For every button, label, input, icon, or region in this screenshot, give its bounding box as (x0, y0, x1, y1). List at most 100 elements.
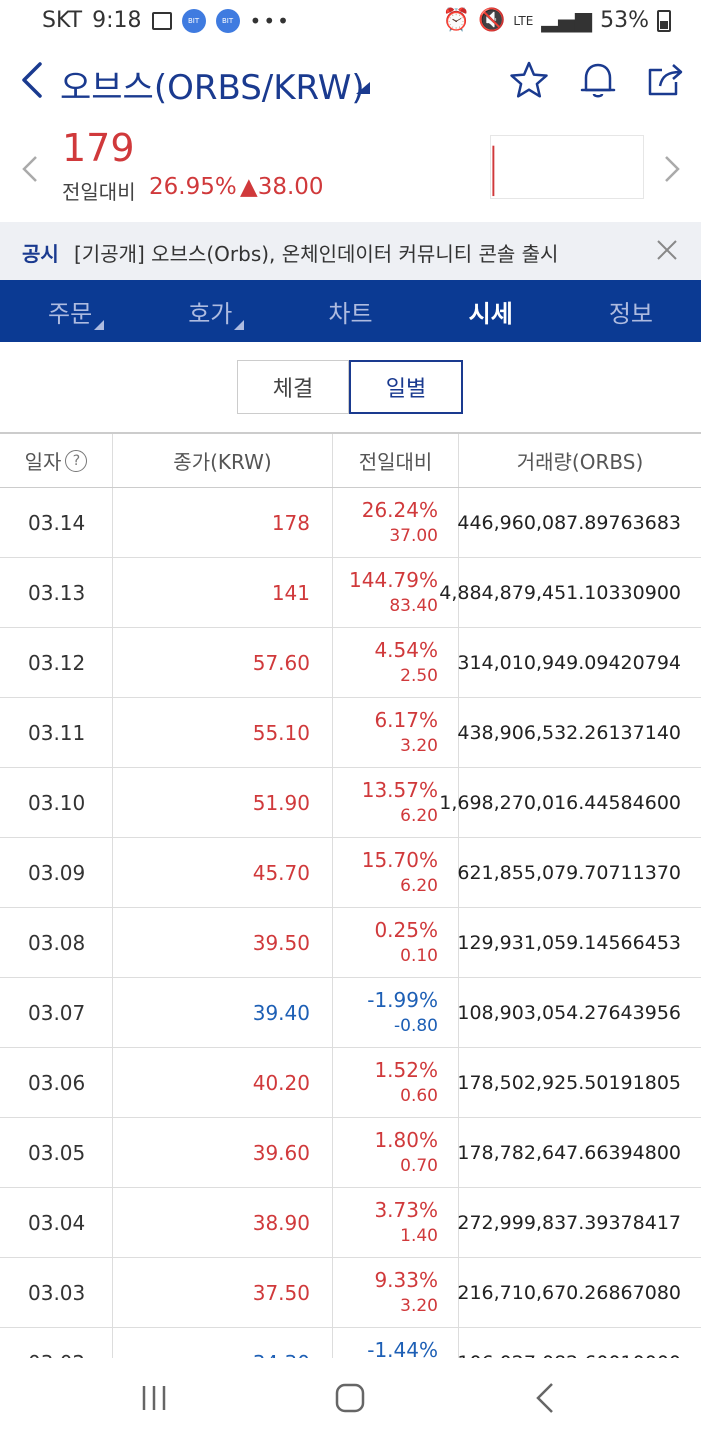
row-change: 15.70% 6.20 (333, 838, 459, 907)
mute-icon: 🔇 (477, 8, 506, 33)
tab-info[interactable]: 정보 (561, 280, 701, 342)
row-close-price: 39.40 (113, 978, 333, 1047)
table-row[interactable]: 03.05 39.60 1.80% 0.70 178,782,647.66394800 (0, 1118, 701, 1188)
star-icon[interactable] (509, 60, 549, 100)
tab-orderbook[interactable]: 호가 (140, 280, 280, 342)
bithumb-notification-icon: BIT (181, 8, 206, 33)
row-change-rate: 144.79% (349, 567, 438, 592)
dropdown-corner-icon (234, 320, 245, 330)
row-volume: 446,960,087.89763683 (457, 511, 681, 534)
back-arrow-icon[interactable] (18, 60, 48, 100)
title-dropdown-icon[interactable] (356, 82, 370, 94)
row-change: 9.33% 3.20 (333, 1258, 459, 1327)
daily-button[interactable]: 일별 (349, 360, 463, 414)
row-change-rate: 3.73% (374, 1197, 438, 1222)
table-row[interactable]: 03.08 39.50 0.25% 0.10 129,931,059.14566453 (0, 908, 701, 978)
row-close-price: 141 (113, 558, 333, 627)
page-title[interactable]: 오브스(ORBS/KRW) (60, 60, 365, 109)
app-header: 오브스(ORBS/KRW) (0, 50, 701, 120)
row-change-amount: 2.50 (400, 665, 438, 686)
share-icon[interactable] (646, 60, 686, 100)
view-toggle: 체결 일별 (237, 360, 463, 414)
row-change-rate: 4.54% (374, 637, 438, 662)
row-change-rate: 1.80% (374, 1127, 438, 1152)
tab-label: 차트 (328, 299, 373, 328)
row-close-price: 34.30 (113, 1328, 333, 1358)
current-price: 179 (62, 126, 135, 170)
row-date: 03.04 (0, 1188, 113, 1257)
row-change-amount: 3.20 (400, 1295, 438, 1316)
tab-market-price[interactable]: 시세 (421, 280, 561, 342)
row-change-rate: 1.52% (374, 1057, 438, 1082)
prev-coin-icon[interactable] (20, 154, 40, 184)
table-row[interactable]: 03.10 51.90 13.57% 6.20 1,698,270,016.445846… (0, 768, 701, 838)
tab-order[interactable]: 주문 (0, 280, 140, 342)
help-icon[interactable]: ? (65, 449, 88, 472)
tab-chart[interactable]: 차트 (280, 280, 420, 342)
row-change-rate: 15.70% (361, 847, 438, 872)
system-nav-bar (0, 1358, 701, 1440)
notice-text[interactable]: [기공개] 오브스(Orbs), 온체인데이터 커뮤니티 콘솔 출시 (74, 238, 558, 267)
next-coin-icon[interactable] (662, 154, 682, 184)
row-change-amount: 6.20 (400, 875, 438, 896)
battery-icon (657, 9, 671, 32)
row-volume: 1,698,270,016.44584600 (439, 791, 681, 814)
row-volume: 4,884,879,451.10330900 (439, 581, 681, 604)
row-change-rate: 6.17% (374, 707, 438, 732)
row-change-amount: 0.70 (400, 1155, 438, 1176)
status-bar: SKT 9:18 BIT BIT ••• ⏰ 🔇 LTE ▂▄▆ 53% (0, 0, 701, 44)
table-row[interactable]: 03.09 45.70 15.70% 6.20 621,855,079.70711370 (0, 838, 701, 908)
recent-apps-icon[interactable] (134, 1378, 174, 1418)
header-change: 전일대비 (333, 434, 459, 487)
table-row[interactable]: 03.04 38.90 3.73% 1.40 272,999,837.39378417 (0, 1188, 701, 1258)
row-close-price: 45.70 (113, 838, 333, 907)
row-date: 03.07 (0, 978, 113, 1047)
row-change: 1.52% 0.60 (333, 1048, 459, 1117)
home-icon[interactable] (330, 1378, 370, 1418)
row-close-price: 38.90 (113, 1188, 333, 1257)
table-row[interactable]: 03.11 55.10 6.17% 3.20 438,906,532.26137140 (0, 698, 701, 768)
main-tabs: 주문 호가 차트 시세 정보 (0, 280, 701, 342)
row-change: 0.25% 0.10 (333, 908, 459, 977)
daily-price-table[interactable]: 일자? 종가(KRW) 전일대비 거래량(ORBS) 03.14 178 26.24… (0, 432, 701, 1358)
table-body: 03.14 178 26.24% 37.00 446,960,087.89763683 0… (0, 488, 701, 1358)
row-date: 03.06 (0, 1048, 113, 1117)
back-icon[interactable] (526, 1378, 566, 1418)
price-summary: 179 전일대비 26.95% ▲38.00 (0, 120, 701, 220)
tab-label: 주문 (48, 299, 93, 328)
table-row[interactable]: 03.14 178 26.24% 37.00 446,960,087.89763683 (0, 488, 701, 558)
more-notifications-icon: ••• (249, 8, 291, 33)
row-date: 03.09 (0, 838, 113, 907)
mini-price-chart[interactable] (490, 135, 644, 199)
row-change-amount: 83.40 (389, 595, 438, 616)
row-change: 4.54% 2.50 (333, 628, 459, 697)
change-rate: 26.95% (149, 174, 237, 200)
table-row[interactable]: 03.07 39.40 -1.99% -0.80 108,903,054.2764395… (0, 978, 701, 1048)
row-volume: 108,903,054.27643956 (457, 1001, 681, 1024)
close-icon[interactable] (655, 238, 679, 262)
row-date: 03.13 (0, 558, 113, 627)
header-close: 종가(KRW) (113, 434, 333, 487)
row-volume: 178,502,925.50191805 (457, 1071, 681, 1094)
signal-icon: ▂▄▆ (541, 8, 593, 33)
trades-button[interactable]: 체결 (237, 360, 349, 414)
row-change-amount: 1.40 (400, 1225, 438, 1246)
row-change-amount: 37.00 (389, 525, 438, 546)
row-close-price: 40.20 (113, 1048, 333, 1117)
gallery-icon (151, 11, 172, 30)
table-row[interactable]: 03.03 37.50 9.33% 3.20 216,710,670.26867080 (0, 1258, 701, 1328)
tab-label: 호가 (188, 299, 233, 328)
row-date: 03.14 (0, 488, 113, 557)
row-close-price: 55.10 (113, 698, 333, 767)
row-date: 03.10 (0, 768, 113, 837)
bell-icon[interactable] (578, 60, 618, 100)
table-row[interactable]: 03.06 40.20 1.52% 0.60 178,502,925.50191805 (0, 1048, 701, 1118)
table-row[interactable]: 03.0234.30-1.44%-0.50106,027,082.6001000… (0, 1328, 701, 1358)
row-close-price: 39.50 (113, 908, 333, 977)
table-row[interactable]: 03.13 141 144.79% 83.40 4,884,879,451.103309… (0, 558, 701, 628)
alarm-icon: ⏰ (442, 8, 470, 33)
row-volume: 129,931,059.14566453 (457, 931, 681, 954)
notice-banner[interactable]: 공시 [기공개] 오브스(Orbs), 온체인데이터 커뮤니티 콘솔 출시 (0, 222, 701, 280)
carrier-label: SKT (42, 8, 83, 33)
table-row[interactable]: 03.12 57.60 4.54% 2.50 314,010,949.09420794 (0, 628, 701, 698)
